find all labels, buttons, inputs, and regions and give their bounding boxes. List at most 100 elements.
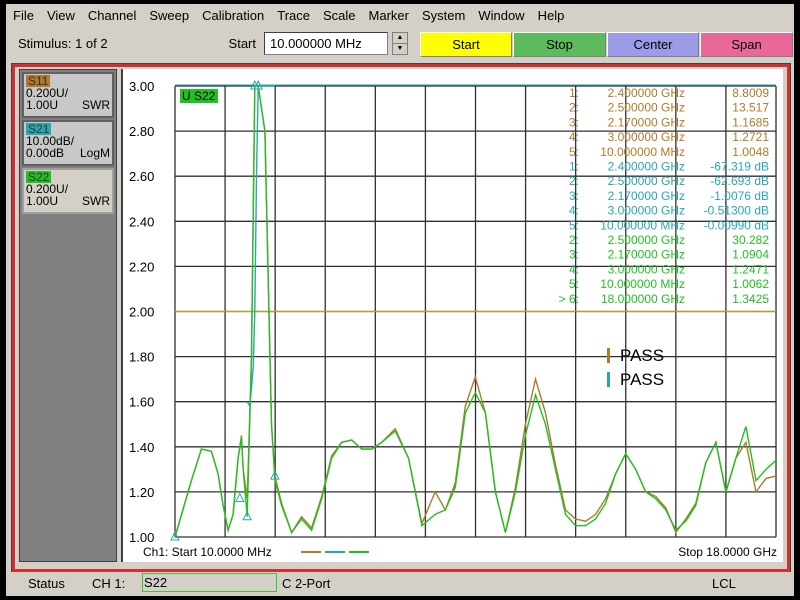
marker-id: 3: [569, 115, 579, 129]
menu-sweep[interactable]: Sweep [142, 8, 195, 23]
start-softkey-button[interactable]: Start [420, 32, 512, 57]
active-trace-label: U S22 [182, 89, 216, 103]
marker-id: 5: [569, 218, 579, 232]
marker-id: 5: [569, 145, 579, 159]
menu-scale[interactable]: Scale [316, 8, 362, 23]
y-tick-label: 2.40 [129, 214, 154, 229]
marker-id: 2: [569, 174, 579, 188]
marker-stimulus: 3.000000 GHz [608, 262, 685, 276]
marker-id: > 6: [559, 292, 579, 306]
status-label: Status [28, 576, 65, 591]
marker-id: 4: [569, 130, 579, 144]
marker-value: 13.517 [732, 101, 769, 115]
span-softkey-button[interactable]: Span [700, 32, 793, 57]
control-mode: LCL [712, 576, 736, 591]
y-tick-label: 2.80 [129, 124, 154, 139]
marker-value: -0.51300 dB [704, 204, 769, 218]
menu-channel[interactable]: Channel [81, 8, 142, 23]
menu-bar: File View Channel Sweep Calibration Trace Scal… [6, 4, 794, 26]
center-softkey-button[interactable]: Center [607, 32, 699, 57]
marker-stimulus: 2.500000 GHz [608, 174, 685, 188]
marker-value: 8.8009 [732, 86, 769, 100]
marker-stimulus: 2.500000 GHz [608, 233, 685, 247]
spin-down-icon[interactable]: ▼ [393, 44, 407, 55]
marker-stimulus: 2.170000 GHz [608, 189, 685, 203]
y-tick-label: 1.60 [129, 395, 154, 410]
trace-status-panel: S11 0.200U/ 1.00U SWR S21 10.00dB/ 0.00dB… [19, 69, 117, 562]
marker-id: 5: [569, 277, 579, 291]
marker-stimulus: 2.400000 GHz [608, 86, 685, 100]
marker-value: 1.0904 [732, 248, 769, 262]
marker-id: 2: [569, 233, 579, 247]
marker-id: 1: [569, 86, 579, 100]
stimulus-indicator: Stimulus: 1 of 2 [18, 36, 108, 51]
start-frequency-input[interactable]: 10.000000 MHz [264, 32, 388, 55]
trace-button-s11[interactable]: S11 0.200U/ 1.00U SWR [22, 72, 114, 118]
marker-value: 1.2471 [732, 262, 769, 276]
marker-value: -1.0076 dB [710, 189, 769, 203]
marker-value: -67.319 dB [710, 160, 769, 174]
marker-stimulus: 2.170000 GHz [608, 115, 685, 129]
trace-button-s21[interactable]: S21 10.00dB/ 0.00dB LogM [22, 120, 114, 166]
y-tick-label: 1.80 [129, 350, 154, 365]
trace-format: LogM [79, 146, 110, 160]
pass-indicator-bar [607, 348, 610, 363]
marker-icon [235, 492, 245, 503]
sweep-stop-label: Stop 18.0000 GHz [678, 545, 777, 559]
marker-value: 1.0048 [732, 145, 769, 159]
menu-trace[interactable]: Trace [270, 8, 316, 23]
menu-marker[interactable]: Marker [362, 8, 415, 23]
y-tick-label: 2.20 [129, 259, 154, 274]
start-field-label: Start [228, 36, 256, 51]
channel-window: S11 0.200U/ 1.00U SWR S21 10.00dB/ 0.00dB… [11, 63, 791, 573]
marker-value: 1.2721 [732, 130, 769, 144]
trace-format: SWR [82, 98, 110, 112]
y-tick-label: 2.60 [129, 169, 154, 184]
marker-id: 1: [569, 160, 579, 174]
y-tick-label: 1.40 [129, 440, 154, 455]
trace-button-s22[interactable]: S22 0.200U/ 1.00U SWR [22, 168, 114, 214]
marker-value: 30.282 [732, 233, 769, 247]
y-tick-label: 1.20 [129, 485, 154, 500]
marker-value: -62.693 dB [710, 174, 769, 188]
marker-value: 1.3425 [732, 292, 769, 306]
menu-help[interactable]: Help [531, 8, 571, 23]
marker-stimulus: 10.000000 MHz [600, 277, 685, 291]
marker-value: -0.00990 dB [704, 218, 769, 232]
marker-stimulus: 10.000000 MHz [600, 218, 685, 232]
marker-id: 2: [569, 101, 579, 115]
marker-id: 4: [569, 204, 579, 218]
marker-stimulus: 2.400000 GHz [608, 160, 685, 174]
menu-calibration[interactable]: Calibration [195, 8, 270, 23]
trace-reference: 1.00U [26, 98, 59, 112]
trace-format: SWR [82, 194, 110, 208]
stimulus-toolbar: Stimulus: 1 of 2 Start 10.000000 MHz ▲ ▼… [6, 27, 794, 60]
y-tick-label: 1.00 [129, 530, 154, 545]
spin-up-icon[interactable]: ▲ [393, 33, 407, 44]
measurement-field[interactable]: S22 [142, 573, 277, 592]
sparameter-plot: 3.00 2.80 2.60 2.40 2.20 2.00 1.80 1.60 1.40 1.20… [129, 79, 777, 559]
marker-id: 3: [569, 189, 579, 203]
start-frequency-spinner[interactable]: ▲ ▼ [392, 32, 408, 55]
stop-softkey-button[interactable]: Stop [513, 32, 606, 57]
trace-reference: 1.00U [26, 194, 59, 208]
marker-stimulus: 3.000000 GHz [608, 130, 685, 144]
menu-system[interactable]: System [415, 8, 471, 23]
marker-stimulus: 3.000000 GHz [608, 204, 685, 218]
marker-id: 3: [569, 248, 579, 262]
menu-window[interactable]: Window [471, 8, 530, 23]
status-bar: Status CH 1: S22 C 2-Port LCL [6, 572, 794, 594]
marker-stimulus: 10.000000 MHz [600, 145, 685, 159]
y-tick-label: 3.00 [129, 79, 154, 94]
plot-area[interactable]: 3.00 2.80 2.60 2.40 2.20 2.00 1.80 1.60 1.40 1.20… [121, 69, 783, 562]
marker-stimulus: 2.170000 GHz [608, 248, 685, 262]
marker-value: 1.1685 [732, 115, 769, 129]
limit-test-pass: PASS [620, 370, 664, 389]
menu-file[interactable]: File [6, 8, 40, 23]
calibration-status: C 2-Port [282, 576, 331, 591]
sweep-start-label: Ch1: Start 10.0000 MHz [143, 545, 272, 559]
menu-view[interactable]: View [40, 8, 81, 23]
trace-reference: 0.00dB [26, 146, 65, 160]
analyzer-window: File View Channel Sweep Calibration Trace Scal… [6, 4, 794, 596]
channel-label: CH 1: [92, 576, 126, 591]
